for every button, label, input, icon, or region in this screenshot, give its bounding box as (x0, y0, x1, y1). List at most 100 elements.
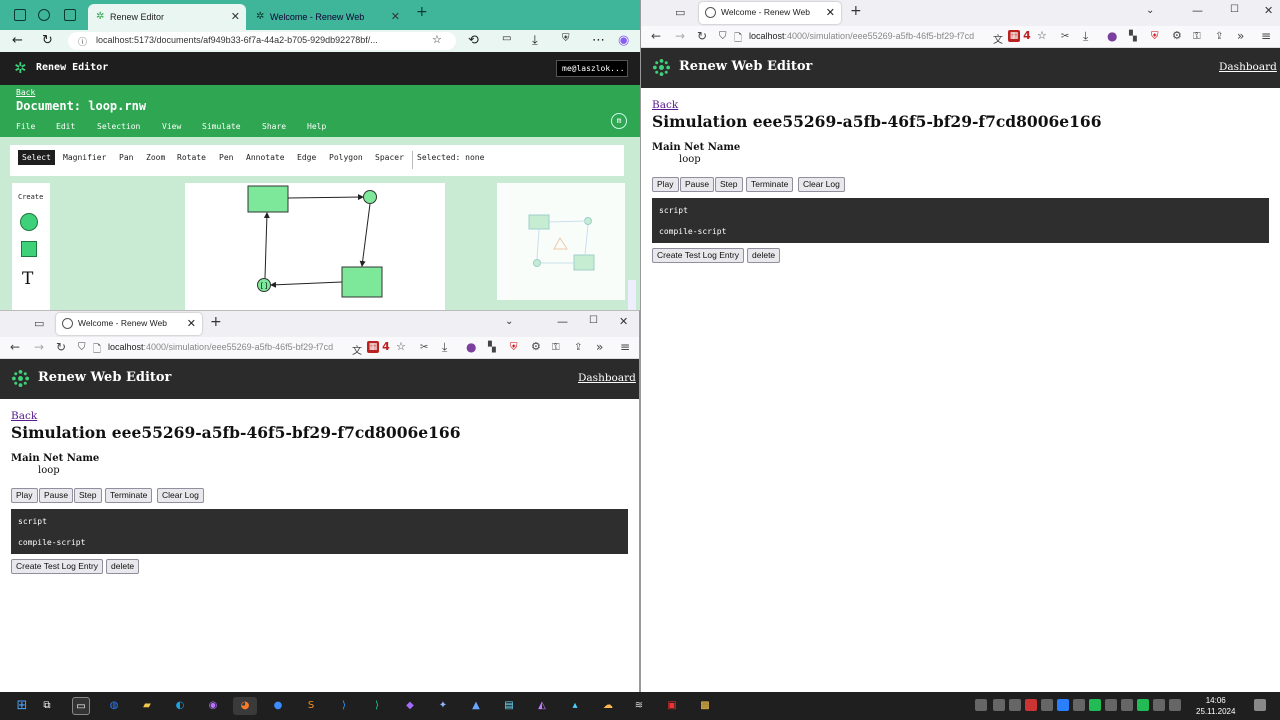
terminate-button[interactable]: Terminate (746, 177, 794, 192)
close-tab-icon[interactable]: ✕ (231, 10, 240, 23)
tool-magnifier[interactable]: Magnifier (63, 153, 106, 162)
extensions-grid-icon[interactable]: ▚ (488, 342, 496, 353)
ublock-icon[interactable]: ⛨ (1151, 31, 1159, 42)
app-icon[interactable]: ◭ (533, 697, 551, 715)
tab-welcome-renew-web[interactable]: ✲ Welcome - Renew Web ✕ (248, 4, 406, 30)
tool-annotate[interactable]: Annotate (246, 153, 285, 162)
menu-share[interactable]: Share (262, 122, 286, 131)
volume-icon[interactable] (1121, 699, 1133, 711)
forward-arrow-icon[interactable]: → (34, 340, 44, 354)
app-icon[interactable]: ▲ (467, 697, 485, 715)
maximize-icon[interactable]: ☐ (589, 315, 598, 326)
profile-icon[interactable]: ● (466, 340, 476, 354)
forward-arrow-icon[interactable]: → (675, 29, 685, 43)
play-button[interactable]: Play (11, 488, 38, 503)
vscode-icon[interactable]: ⟩ (335, 697, 353, 715)
clear-log-button[interactable]: Clear Log (157, 488, 204, 503)
tool-pan[interactable]: Pan (119, 153, 133, 162)
file-explorer-icon[interactable]: ▰ (138, 697, 156, 715)
settings-gear-icon[interactable]: ⚙ (531, 340, 541, 353)
tray-icon[interactable] (1105, 699, 1117, 711)
pause-button[interactable]: Pause (39, 488, 74, 503)
tool-spacer[interactable]: Spacer (375, 153, 404, 162)
tab-renew-editor[interactable]: ✲ Renew Editor ✕ (88, 4, 246, 30)
tab-list-icon[interactable]: ▭ (34, 317, 44, 330)
create-test-log-entry-button[interactable]: Create Test Log Entry (11, 559, 104, 574)
firefox-dev-icon[interactable]: ◍ (105, 697, 123, 715)
tray-icon[interactable] (1057, 699, 1069, 711)
profile-icon[interactable]: ● (1107, 29, 1117, 43)
reload-icon[interactable]: ↻ (56, 340, 66, 354)
workspace-scrollbar[interactable] (628, 280, 636, 310)
minimize-icon[interactable]: — (1192, 4, 1203, 17)
tab-list-icon[interactable]: ▭ (675, 6, 685, 19)
puzzle-icon[interactable]: ⚿ (1193, 31, 1201, 42)
minimap[interactable] (497, 183, 625, 300)
pause-button[interactable]: Pause (680, 177, 715, 192)
reload-icon[interactable]: ↻ (697, 29, 707, 43)
app-icon[interactable]: ▩ (696, 697, 714, 715)
tray-icon[interactable] (1025, 699, 1037, 711)
visual-studio-icon[interactable]: ◆ (401, 697, 419, 715)
collaborator-avatar[interactable]: m (611, 113, 627, 129)
downloads-icon[interactable]: ⤓ (532, 33, 538, 48)
refresh-extension-icon[interactable]: ⟲ (468, 33, 479, 48)
sublime-icon[interactable]: S (302, 697, 320, 715)
app-icon[interactable]: ▣ (663, 697, 681, 715)
url-field[interactable]: localhost:4000/simulation/eee55269-a5fb-… (108, 342, 346, 352)
net-arc[interactable] (287, 194, 364, 201)
copilot-icon[interactable]: ◉ (618, 33, 629, 48)
reload-icon[interactable]: ↻ (42, 33, 53, 48)
net-transition[interactable] (341, 266, 383, 298)
network-icon[interactable] (1153, 699, 1165, 711)
tool-polygon[interactable]: Polygon (329, 153, 363, 162)
notifications-icon[interactable] (1254, 699, 1266, 711)
thunderbird-icon[interactable]: ● (269, 697, 287, 715)
tool-select[interactable]: Select (18, 150, 55, 165)
tray-icon[interactable] (975, 699, 987, 711)
tray-icon[interactable] (1073, 699, 1085, 711)
tool-edge[interactable]: Edge (297, 153, 316, 162)
close-tab-icon[interactable]: ✕ (391, 10, 400, 23)
translate-icon[interactable]: 文 (352, 342, 362, 357)
downloads-icon[interactable]: ⤓ (1083, 29, 1088, 44)
tray-icon[interactable] (993, 699, 1005, 711)
screenshot-icon[interactable]: ✂ (420, 342, 428, 353)
minimize-icon[interactable]: — (557, 315, 568, 328)
tool-pen[interactable]: Pen (219, 153, 233, 162)
new-tab-button[interactable]: + (850, 3, 862, 19)
tool-rotate[interactable]: Rotate (177, 153, 206, 162)
back-arrow-icon[interactable]: ← (10, 340, 20, 354)
back-link[interactable]: Back (16, 88, 35, 97)
translate-icon[interactable]: 文 (993, 31, 1003, 46)
settings-gear-icon[interactable]: ⚙ (1172, 29, 1182, 42)
step-button[interactable]: Step (74, 488, 102, 503)
url-field[interactable]: localhost:4000/simulation/eee55269-a5fb-… (749, 31, 987, 41)
back-arrow-icon[interactable]: ← (651, 29, 661, 43)
bookmark-star-icon[interactable]: ☆ (396, 340, 406, 353)
delete-button[interactable]: delete (106, 559, 140, 574)
menu-view[interactable]: View (162, 122, 181, 131)
extension-badge-icon[interactable]: ▦ (367, 341, 379, 353)
app-icon[interactable]: ▤ (500, 697, 518, 715)
transition-square-icon[interactable] (21, 241, 37, 257)
net-arc[interactable] (263, 212, 270, 279)
downloads-icon[interactable]: ⤓ (442, 340, 447, 355)
database-icon[interactable]: ≋ (630, 697, 648, 715)
net-canvas[interactable]: [] (185, 183, 445, 310)
task-view-icon[interactable]: ⧉ (38, 697, 56, 715)
tab-actions-icon[interactable] (64, 9, 76, 21)
terminal-icon[interactable]: ▭ (72, 697, 90, 715)
dashboard-link[interactable]: Dashboard (578, 372, 636, 384)
net-transition[interactable] (247, 185, 289, 213)
extension-badge-icon[interactable]: ▦ (1008, 30, 1020, 42)
tracking-shield-icon[interactable]: ⛉ (78, 342, 86, 353)
net-place[interactable] (363, 190, 377, 204)
cast-icon[interactable]: ▭ (502, 33, 511, 44)
menu-file[interactable]: File (16, 122, 35, 131)
collections-icon[interactable] (38, 9, 50, 21)
overflow-chevron-icon[interactable]: » (596, 340, 603, 354)
menu-selection[interactable]: Selection (97, 122, 140, 131)
place-circle-icon[interactable] (20, 213, 38, 231)
bookmark-star-icon[interactable]: ☆ (1037, 29, 1047, 42)
